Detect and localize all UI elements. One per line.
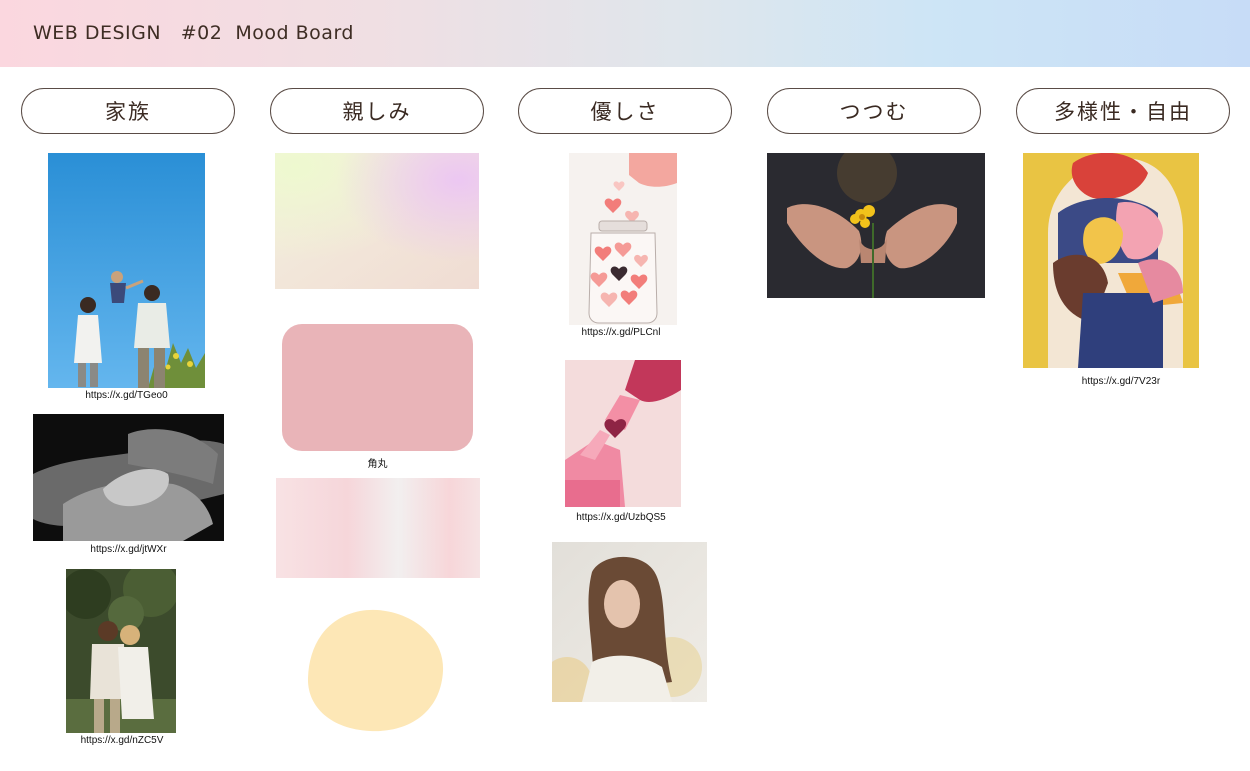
yellow-blob-shape[interactable] <box>305 606 445 734</box>
column-tag-kindness[interactable]: 優しさ <box>518 88 732 134</box>
caption-family-3[interactable]: https://x.gd/nZC5V <box>48 735 196 746</box>
embrace-hands-flower-photo[interactable] <box>767 153 985 298</box>
family-photo-hands-bw[interactable] <box>33 414 224 541</box>
kindness-heart-jar-illustration[interactable] <box>569 153 677 325</box>
caption-family-1[interactable]: https://x.gd/TGeo0 <box>48 390 205 401</box>
familiar-blur-swatch[interactable] <box>276 478 480 578</box>
caption-rounded-card: 角丸 <box>367 459 388 470</box>
caption-family-2[interactable]: https://x.gd/jtWXr <box>33 544 224 555</box>
header-banner: WEB DESIGN #02 Mood Board <box>0 0 1250 67</box>
column-tag-family[interactable]: 家族 <box>21 88 235 134</box>
page-title: WEB DESIGN #02 Mood Board <box>33 22 354 44</box>
kindness-portrait-photo[interactable] <box>552 542 707 702</box>
column-tag-embrace[interactable]: つつむ <box>767 88 981 134</box>
column-tag-familiarity[interactable]: 親しみ <box>270 88 484 134</box>
family-photo-sky[interactable] <box>48 153 205 388</box>
caption-diversity-1[interactable]: https://x.gd/7V23r <box>1046 376 1196 387</box>
family-photo-hug[interactable] <box>66 569 176 733</box>
rounded-card-swatch[interactable] <box>282 324 473 451</box>
caption-kindness-1[interactable]: https://x.gd/PLCnl <box>560 327 682 338</box>
familiar-gradient-swatch[interactable] <box>275 153 479 289</box>
kindness-hands-heart-illustration[interactable] <box>565 360 681 507</box>
column-tag-diversity[interactable]: 多様性・自由 <box>1016 88 1230 134</box>
diversity-embrace-illustration[interactable] <box>1023 153 1199 368</box>
caption-kindness-2[interactable]: https://x.gd/UzbQS5 <box>560 512 682 523</box>
